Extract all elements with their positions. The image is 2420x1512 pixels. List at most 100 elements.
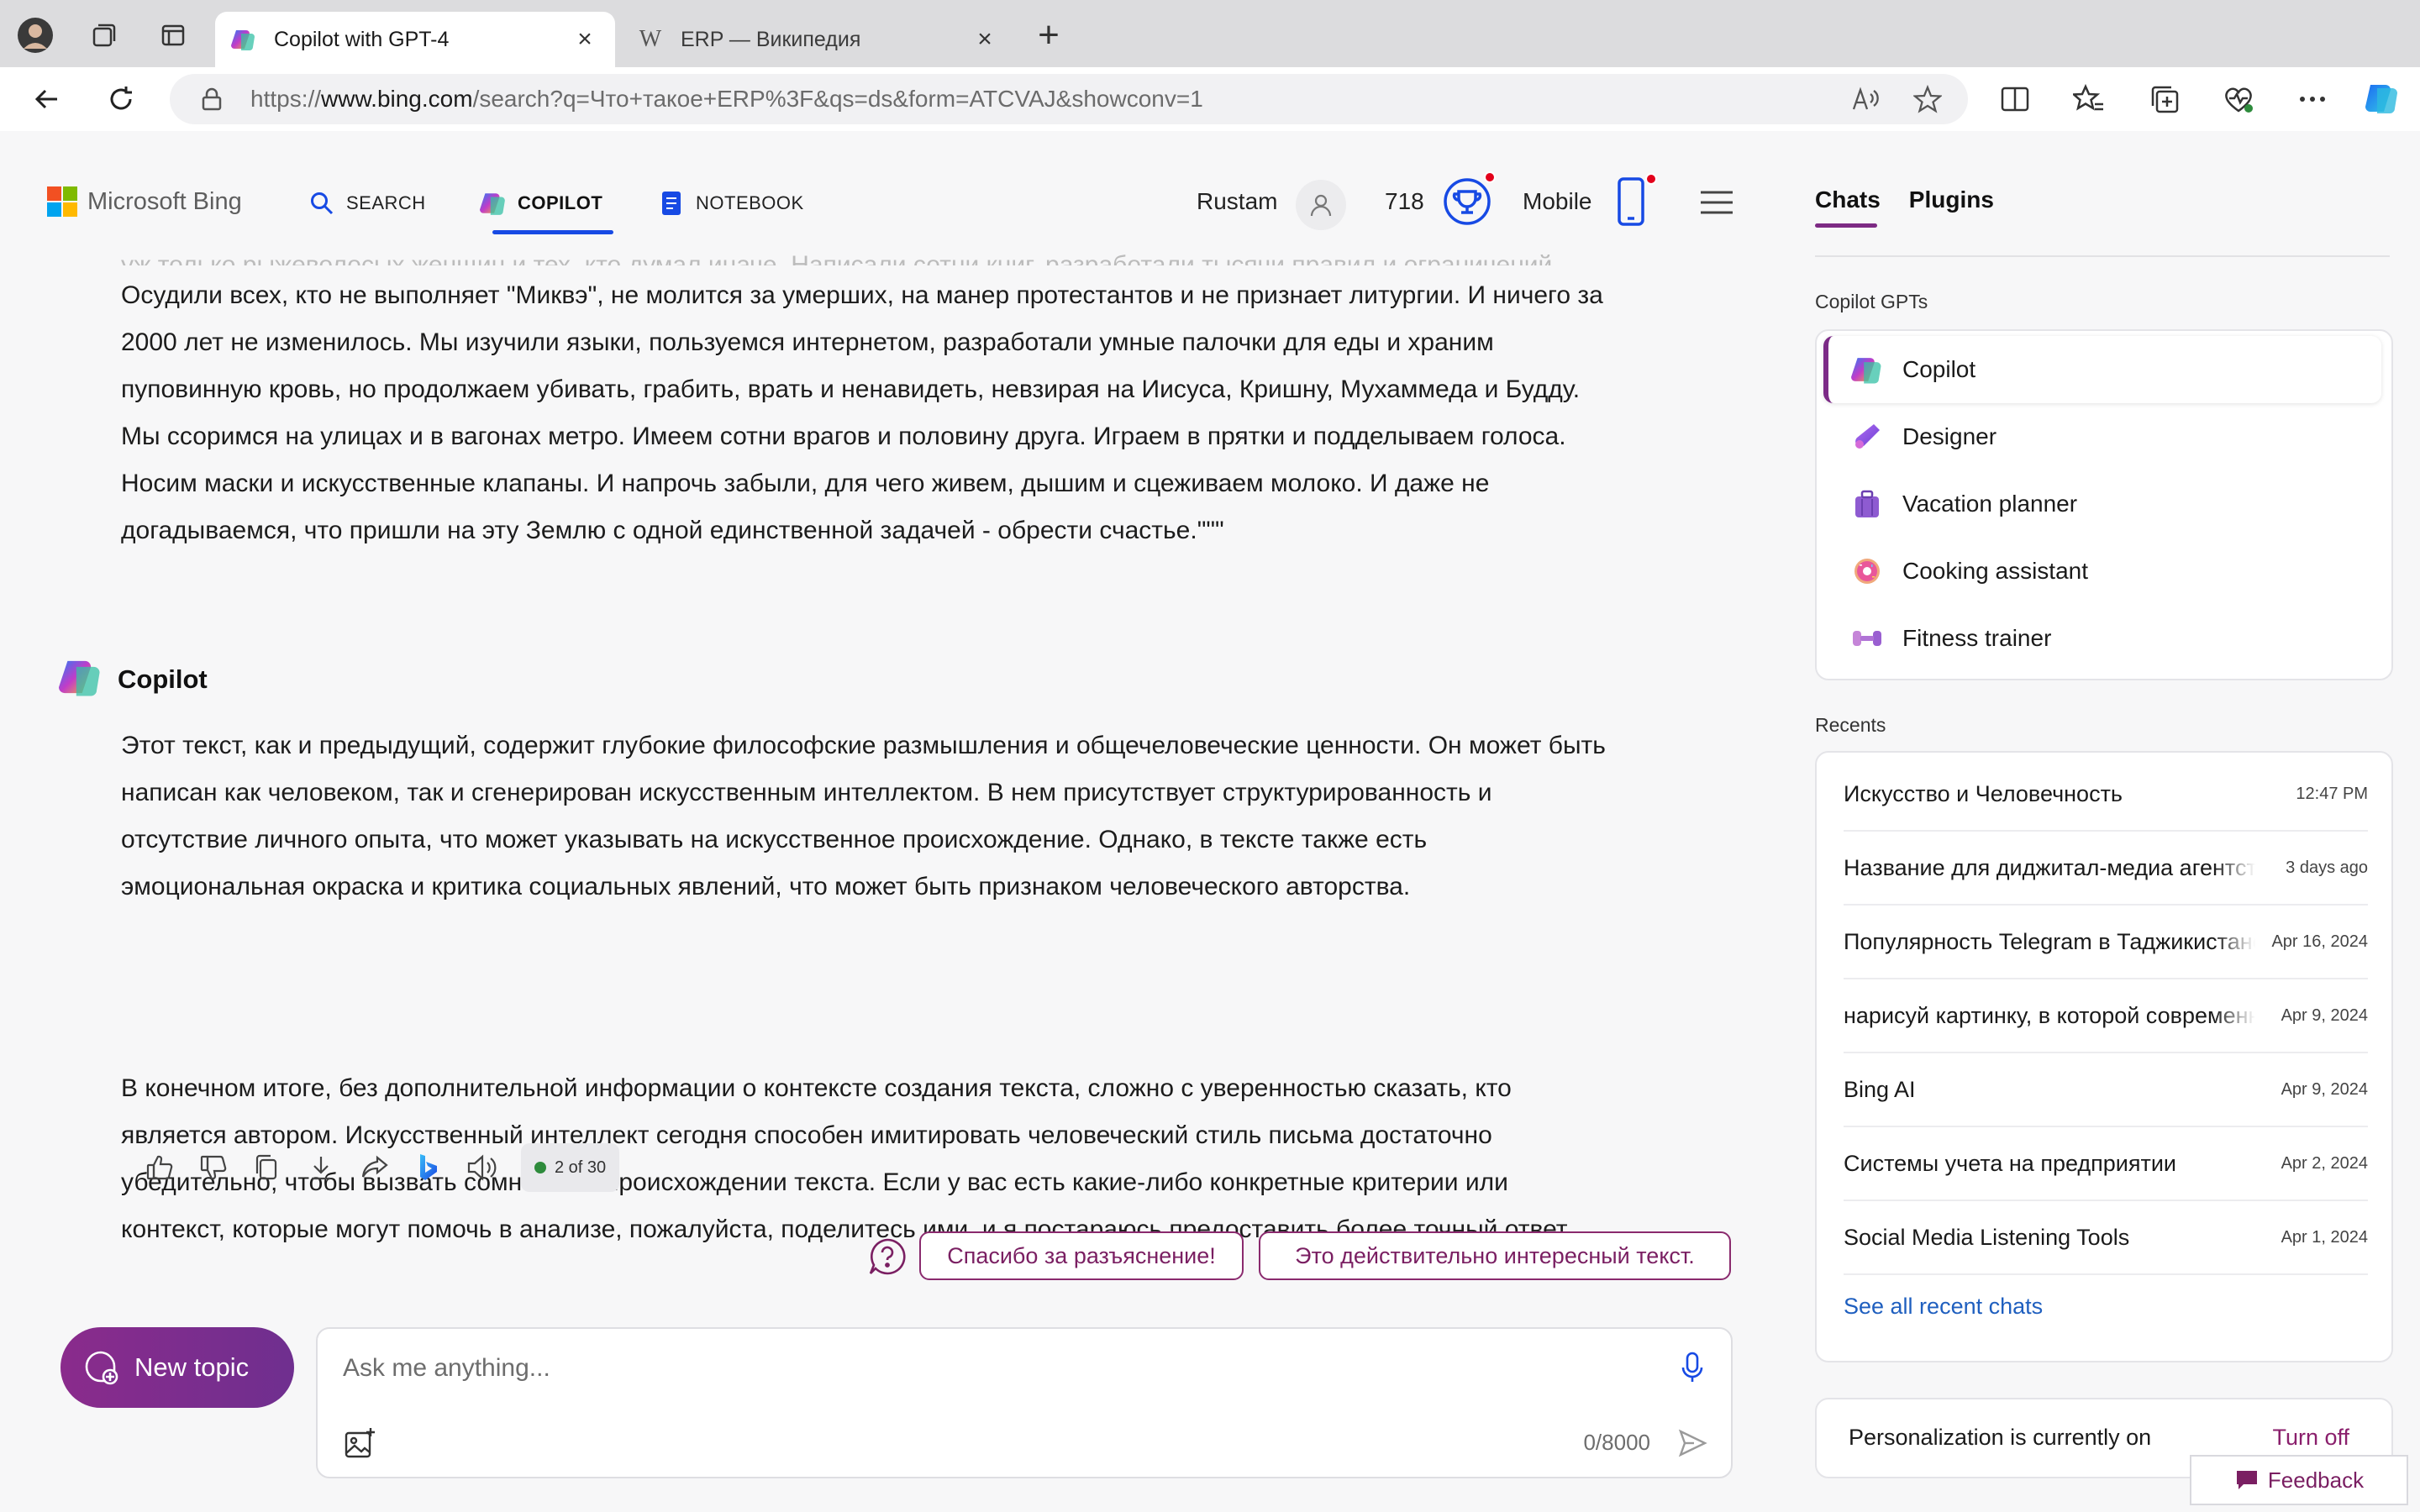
- gpts-card: Copilot Designer Vacation planner Cookin…: [1815, 329, 2393, 680]
- nav-copilot[interactable]: COPILOT: [479, 186, 602, 220]
- chat-input-box[interactable]: Ask me anything... 0/8000: [316, 1327, 1733, 1478]
- sidebar-tabs: Chats Plugins: [1815, 186, 1994, 213]
- recent-chat-item[interactable]: Название для диджитал-медиа агентства 3 …: [1844, 832, 2368, 906]
- profile-avatar[interactable]: [17, 17, 54, 54]
- tab-copilot[interactable]: Copilot with GPT-4 ×: [215, 12, 615, 67]
- user-message: Осудили всех, кто не выполняет "Миквэ", …: [121, 281, 1603, 544]
- active-tab-indicator: [492, 230, 613, 234]
- tab-chats[interactable]: Chats: [1815, 186, 1881, 213]
- notebook-icon: [657, 189, 686, 218]
- feedback-button[interactable]: Feedback: [2190, 1455, 2408, 1505]
- mobile-phone-icon[interactable]: [1608, 173, 1657, 228]
- rewards-points[interactable]: 718: [1385, 188, 1424, 215]
- recent-chat-item[interactable]: Bing AI Apr 9, 2024: [1844, 1053, 2368, 1127]
- response-counter: 2 of 30: [521, 1143, 620, 1192]
- speaker-icon[interactable]: [455, 1141, 509, 1194]
- donut-icon: [1850, 554, 1884, 588]
- user-name[interactable]: Rustam: [1197, 188, 1277, 215]
- copilot-icon: [479, 189, 508, 218]
- gpt-item-designer[interactable]: Designer: [1823, 403, 2381, 470]
- split-screen-icon[interactable]: [1995, 79, 2035, 119]
- gpt-item-vacation-planner[interactable]: Vacation planner: [1823, 470, 2381, 538]
- nav-notebook[interactable]: NOTEBOOK: [657, 186, 804, 220]
- copy-icon[interactable]: [240, 1141, 294, 1194]
- search-icon: [308, 189, 336, 218]
- thumbs-down-icon[interactable]: [187, 1141, 240, 1194]
- bing-header: Microsoft Bing SEARCH COPILOT NOTEBOOK R…: [7, 134, 1763, 242]
- browser-toolbar: https://www.bing.com/search?q=Что+такое+…: [0, 67, 2420, 131]
- turn-off-link[interactable]: Turn off: [2272, 1425, 2349, 1451]
- thumbs-up-icon[interactable]: [133, 1141, 187, 1194]
- tab-actions-icon[interactable]: [155, 17, 192, 54]
- bing-icon[interactable]: [402, 1141, 455, 1194]
- url-text: https://www.bing.com/search?q=Что+такое+…: [250, 86, 1203, 112]
- browser-tab-bar: Copilot with GPT-4 × W ERP — Википедия ×…: [0, 0, 2420, 67]
- workspaces-icon[interactable]: [86, 17, 123, 54]
- refresh-button[interactable]: [101, 79, 141, 119]
- lock-icon[interactable]: [198, 86, 225, 113]
- char-counter: 0/8000: [1583, 1430, 1650, 1455]
- nav-search[interactable]: SEARCH: [308, 186, 426, 220]
- close-tab-icon[interactable]: ×: [568, 23, 602, 56]
- copilot-icon: [59, 655, 103, 703]
- back-button[interactable]: [27, 79, 67, 119]
- feedback-icon: [2234, 1469, 2260, 1491]
- close-tab-icon[interactable]: ×: [968, 23, 1002, 56]
- tab-title: Copilot with GPT-4: [274, 27, 450, 51]
- dumbbell-icon: [1850, 622, 1884, 655]
- more-options-icon[interactable]: [2292, 79, 2333, 119]
- tab-plugins[interactable]: Plugins: [1909, 186, 1994, 213]
- microphone-icon[interactable]: [1676, 1347, 1709, 1388]
- menu-icon[interactable]: [1696, 181, 1738, 223]
- favorite-star-icon[interactable]: [1912, 84, 1943, 114]
- gpt-item-copilot[interactable]: Copilot: [1823, 336, 2381, 403]
- designer-icon: [1850, 420, 1884, 454]
- recent-chat-item[interactable]: Системы учета на предприятии Apr 2, 2024: [1844, 1127, 2368, 1201]
- send-icon[interactable]: [1672, 1423, 1712, 1463]
- new-chat-icon: [82, 1349, 119, 1386]
- notification-dot: [1484, 171, 1496, 183]
- download-icon[interactable]: [294, 1141, 348, 1194]
- tab-title: ERP — Википедия: [681, 27, 861, 51]
- recents-heading: Recents: [1815, 714, 1886, 736]
- microsoft-bing-logo[interactable]: Microsoft Bing: [47, 186, 242, 217]
- recent-chat-item[interactable]: Популярность Telegram в Таджикистане Apr…: [1844, 906, 2368, 979]
- add-image-icon[interactable]: [341, 1425, 378, 1462]
- copilot-sidebar-icon[interactable]: [2361, 79, 2402, 119]
- chats-sidebar: Chats Plugins Copilot GPTs Copilot Desig…: [1808, 134, 2396, 1509]
- microsoft-logo-icon: [47, 186, 77, 217]
- recent-chat-item[interactable]: нарисуй картинку, в которой современный …: [1844, 979, 2368, 1053]
- response-actions: 2 of 30: [133, 1141, 620, 1194]
- recent-chat-item[interactable]: Social Media Listening Tools Apr 1, 2024: [1844, 1201, 2368, 1275]
- collections-icon[interactable]: [2144, 79, 2185, 119]
- rewards-trophy-icon[interactable]: [1440, 171, 1496, 228]
- new-topic-button[interactable]: New topic: [60, 1327, 294, 1408]
- wikipedia-icon: W: [639, 26, 662, 52]
- address-bar[interactable]: https://www.bing.com/search?q=Что+такое+…: [170, 74, 1968, 124]
- chat-area: Microsoft Bing SEARCH COPILOT NOTEBOOK R…: [7, 134, 1763, 1509]
- recent-chat-item[interactable]: Искусство и Человечность 12:47 PM: [1844, 758, 2368, 832]
- chat-input-placeholder[interactable]: Ask me anything...: [343, 1354, 550, 1383]
- tab-wikipedia[interactable]: W ERP — Википедия ×: [622, 12, 1015, 67]
- read-aloud-icon[interactable]: [1850, 84, 1881, 114]
- share-icon[interactable]: [348, 1141, 402, 1194]
- new-tab-button[interactable]: +: [1032, 17, 1065, 54]
- suggestions-help-icon[interactable]: [864, 1233, 911, 1280]
- favorites-icon[interactable]: [2069, 79, 2109, 119]
- mobile-label[interactable]: Mobile: [1523, 188, 1591, 215]
- see-all-recent-chats-link[interactable]: See all recent chats: [1844, 1294, 2043, 1320]
- copilot-icon: [1850, 353, 1884, 386]
- bing-page: Microsoft Bing SEARCH COPILOT NOTEBOOK R…: [7, 134, 2413, 1509]
- notification-dot: [1645, 173, 1657, 185]
- gpt-item-cooking-assistant[interactable]: Cooking assistant: [1823, 538, 2381, 605]
- status-dot: [534, 1162, 546, 1173]
- user-avatar-icon[interactable]: [1296, 180, 1346, 230]
- personalization-status: Personalization is currently on: [1849, 1425, 2152, 1450]
- copilot-gpts-heading: Copilot GPTs: [1815, 291, 1928, 312]
- gpt-item-fitness-trainer[interactable]: Fitness trainer: [1823, 605, 2381, 672]
- suitcase-icon: [1850, 487, 1884, 521]
- copilot-icon: [230, 26, 257, 53]
- suggestion-chip[interactable]: Спасибо за разъяснение!: [919, 1231, 1244, 1280]
- browser-essentials-icon[interactable]: [2218, 79, 2259, 119]
- suggestion-chip[interactable]: Это действительно интересный текст.: [1259, 1231, 1731, 1280]
